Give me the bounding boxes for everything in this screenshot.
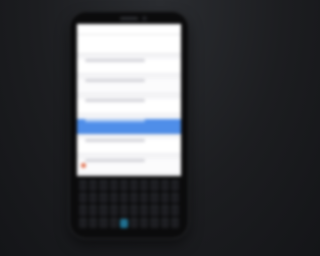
list-item-selected[interactable] — [77, 119, 181, 134]
smartphone — [70, 12, 188, 238]
keyboard-key[interactable] — [160, 217, 169, 228]
status-bar — [77, 24, 181, 35]
keyboard-key[interactable] — [150, 217, 159, 228]
keyboard-key[interactable] — [79, 180, 88, 191]
keyboard-key[interactable] — [150, 192, 159, 203]
keyboard-key[interactable] — [160, 205, 169, 216]
indicator-dot — [81, 163, 86, 168]
keyboard-key[interactable] — [129, 217, 139, 228]
list-item-text-placeholder — [85, 139, 146, 142]
keyboard-key[interactable] — [140, 192, 149, 203]
list-item[interactable] — [77, 99, 181, 114]
list-item[interactable] — [77, 79, 181, 94]
keyboard-key[interactable] — [109, 205, 118, 216]
app-header — [77, 35, 181, 54]
list-item-text-placeholder — [85, 59, 146, 62]
keyboard-key[interactable] — [79, 205, 88, 216]
list-item-text-placeholder — [85, 119, 146, 122]
keyboard-key[interactable] — [170, 192, 179, 203]
keyboard-key[interactable] — [119, 192, 128, 203]
phone-screen — [77, 24, 181, 176]
keyboard-key[interactable] — [79, 192, 88, 203]
keyboard-key[interactable] — [109, 217, 118, 228]
blurred-scene — [0, 0, 256, 256]
item-list — [77, 59, 181, 176]
keyboard-key[interactable] — [89, 205, 98, 216]
list-item[interactable] — [77, 139, 181, 154]
keyboard-key[interactable] — [89, 217, 98, 228]
keyboard-key[interactable] — [89, 192, 98, 203]
keyboard-key-accent[interactable] — [119, 217, 128, 228]
list-item[interactable] — [77, 59, 181, 74]
keyboard-key[interactable] — [160, 192, 169, 203]
list-item-text-placeholder — [85, 99, 146, 102]
keyboard-key[interactable] — [79, 217, 88, 228]
keyboard-key[interactable] — [150, 180, 159, 191]
keyboard-key[interactable] — [99, 205, 108, 216]
list-item-text-placeholder — [85, 79, 146, 82]
keyboard-key[interactable] — [99, 217, 108, 228]
keyboard-key[interactable] — [160, 180, 169, 191]
physical-keyboard — [77, 178, 181, 230]
keyboard-key[interactable] — [140, 180, 149, 191]
keyboard-key[interactable] — [109, 180, 118, 191]
keyboard-key[interactable] — [129, 192, 139, 203]
list-item-text-placeholder — [85, 159, 146, 162]
speaker-grille — [120, 17, 138, 20]
keyboard-key[interactable] — [150, 205, 159, 216]
keyboard-key[interactable] — [89, 180, 98, 191]
list-item[interactable] — [77, 159, 181, 174]
keyboard-key[interactable] — [170, 217, 179, 228]
keyboard-key[interactable] — [170, 205, 179, 216]
keyboard-key[interactable] — [140, 217, 149, 228]
keyboard-key[interactable] — [129, 205, 139, 216]
keyboard-key[interactable] — [109, 192, 118, 203]
keyboard-key[interactable] — [140, 205, 149, 216]
keyboard-key[interactable] — [99, 180, 108, 191]
keyboard-key[interactable] — [129, 180, 139, 191]
keyboard-key[interactable] — [119, 205, 128, 216]
keyboard-key[interactable] — [99, 192, 108, 203]
keyboard-key[interactable] — [170, 180, 179, 191]
front-camera — [142, 16, 147, 21]
keyboard-key[interactable] — [119, 180, 128, 191]
